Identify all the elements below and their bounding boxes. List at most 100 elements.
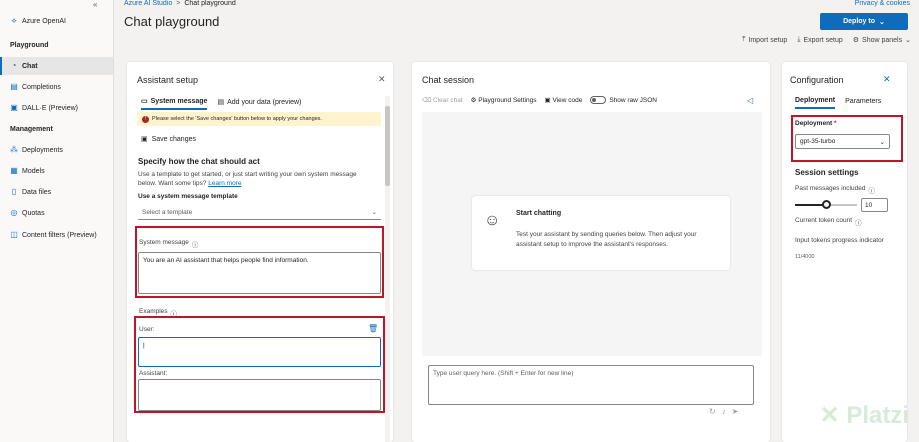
examples-label-row: Examples ⓘ — [139, 308, 177, 318]
microphone-icon[interactable]: ♪ — [722, 407, 726, 416]
privacy-link[interactable]: Privacy & cookies — [855, 0, 910, 7]
user-query-placeholder: Type user query here. (Shift + Enter for… — [433, 370, 574, 377]
sidebar-item-label: Models — [22, 167, 45, 175]
completions-icon: ▤ — [10, 82, 18, 91]
examples-label: Examples — [139, 308, 168, 315]
past-messages-label: Past messages included — [795, 185, 866, 192]
info-circle-icon: ⓘ — [868, 188, 875, 195]
deploy-to-button[interactable]: Deploy to ⌄ — [820, 13, 908, 30]
sidebar-item-azure-openai[interactable]: ⟡ Azure OpenAI — [0, 12, 113, 30]
raw-json-label: Show raw JSON — [609, 96, 657, 104]
send-icon[interactable]: ➤ — [732, 407, 739, 416]
sidebar-item-label: Chat — [22, 62, 38, 70]
sidebar-item-dalle[interactable]: ▣ DALL·E (Preview) — [0, 99, 113, 117]
sidebar-item-data-files[interactable]: ▯ Data files — [0, 183, 113, 201]
sidebar-item-chat[interactable]: ◔ Chat — [0, 57, 113, 75]
info-circle-icon: ⓘ — [170, 311, 178, 318]
close-icon[interactable]: ✕ — [378, 74, 386, 85]
tab-system-message[interactable]: ▭ System message — [141, 97, 208, 110]
sidebar-item-completions[interactable]: ▤ Completions — [0, 78, 113, 96]
assistant-tabs: ▭ System message ▤ Add your data (previe… — [141, 97, 301, 110]
upload-icon: ⤒ — [742, 36, 746, 43]
assistant-example-label: Assistant: — [139, 370, 168, 377]
configuration-panel: Configuration ✕ Deployment Parameters De… — [782, 62, 907, 442]
view-code-button[interactable]: ▣ View code — [544, 96, 582, 104]
raw-json-toggle[interactable] — [590, 96, 607, 104]
user-example-input[interactable]: | — [138, 337, 381, 367]
sidebar-item-label: Data files — [22, 188, 52, 196]
past-messages-label-row: Past messages included ⓘ — [795, 185, 875, 195]
quota-icon: ◎ — [10, 208, 18, 217]
sidebar-item-deployments[interactable]: ⁂ Deployments — [0, 141, 113, 159]
assistant-scrollbar[interactable] — [385, 96, 390, 442]
sidebar-item-label: Quotas — [22, 209, 45, 217]
start-chatting-card: ☺ Start chatting Test your assistant by … — [472, 196, 730, 270]
template-select[interactable]: Select a template ⌄ — [138, 205, 381, 220]
notice-text: Please select the 'Save changes' button … — [152, 116, 322, 122]
tab-label: Parameters — [845, 98, 882, 105]
speaker-icon[interactable]: ◁ — [747, 96, 753, 105]
database-icon: ▤ — [217, 99, 225, 106]
document-icon: ▭ — [141, 98, 148, 105]
user-example-label: User: — [139, 326, 155, 333]
start-chatting-desc-1: Test your assistant by sending queries b… — [516, 231, 697, 238]
sidebar-item-models[interactable]: ▦ Models — [0, 162, 113, 180]
past-messages-slider[interactable] — [795, 200, 857, 209]
breadcrumb-current: Chat playground — [184, 0, 236, 7]
template-select-placeholder: Select a template — [142, 208, 193, 216]
raw-json-toggle-row: Show raw JSON — [590, 96, 657, 104]
close-icon[interactable]: ✕ — [883, 74, 891, 85]
specify-heading: Specify how the chat should act — [138, 157, 260, 166]
config-tabs: Deployment Parameters — [795, 97, 881, 109]
save-changes-notice: ! Please select the 'Save changes' butto… — [137, 112, 381, 126]
delete-icon[interactable]: 🗑 — [368, 324, 378, 333]
tab-label: System message — [150, 97, 208, 105]
start-chatting-title: Start chatting — [516, 210, 562, 217]
assistant-example-input[interactable] — [138, 379, 381, 411]
playground-settings-button[interactable]: ⚙ Playground Settings — [471, 96, 537, 104]
scrollbar-thumb[interactable] — [385, 106, 390, 186]
tab-parameters[interactable]: Parameters — [845, 97, 881, 109]
watermark-text: Platzi — [846, 402, 909, 429]
export-setup-button[interactable]: ⤓ Export setup — [797, 36, 842, 44]
broom-icon: ⌫ — [422, 97, 432, 104]
tab-deployment[interactable]: Deployment — [795, 97, 836, 109]
show-panels-button[interactable]: ⚙ Show panels ⌄ — [853, 36, 911, 45]
query-actions: ↻ ♪ ➤ — [709, 407, 738, 416]
learn-more-link[interactable]: Learn more — [208, 180, 241, 187]
chat-session-title: Chat session — [422, 75, 475, 85]
sidebar: « ⟡ Azure OpenAI Playground ◔ Chat ▤ Com… — [0, 0, 114, 442]
shield-icon: ◫ — [10, 230, 18, 239]
download-icon: ⤓ — [797, 36, 801, 43]
system-message-value: You are an AI assistant that helps peopl… — [143, 257, 309, 264]
import-setup-button[interactable]: ⤒ Import setup — [742, 36, 787, 44]
deployment-select[interactable]: gpt-35-turbo ⌄ — [795, 134, 890, 149]
start-chatting-desc-2: assistant setup to improve the assistant… — [516, 241, 668, 248]
breadcrumb-root[interactable]: Azure AI Studio — [124, 0, 172, 7]
bot-icon: ☺ — [484, 212, 501, 229]
chat-session-panel: Chat session ⌫ Clear chat ⚙ Playground S… — [412, 62, 770, 442]
token-count-label-row: Current token count ⓘ — [795, 217, 862, 227]
sidebar-item-content-filters[interactable]: ◫ Content filters (Preview) — [0, 226, 113, 244]
assistant-setup-title: Assistant setup — [137, 75, 199, 85]
sidebar-item-label: Content filters (Preview) — [22, 231, 97, 239]
user-query-input[interactable]: Type user query here. (Shift + Enter for… — [428, 365, 754, 405]
clear-chat-button[interactable]: ⌫ Clear chat — [422, 96, 463, 104]
specify-desc-line1: Use a template to get started, or just s… — [138, 171, 357, 178]
platzi-watermark: ✕ Platzi — [820, 401, 909, 430]
collapse-sidebar-icon[interactable]: « — [93, 0, 97, 9]
image-icon: ▣ — [10, 103, 18, 112]
save-changes-button[interactable]: ▣ Save changes — [141, 135, 196, 144]
info-icon: ! — [142, 115, 149, 123]
playground-settings-label: Playground Settings — [478, 97, 537, 104]
slider-thumb[interactable] — [821, 200, 831, 209]
sidebar-section-management: Management — [10, 126, 53, 133]
chevron-down-icon: ⌄ — [371, 209, 377, 216]
system-message-textarea[interactable]: You are an AI assistant that helps peopl… — [138, 252, 381, 294]
past-messages-input[interactable]: 10 — [861, 198, 888, 212]
info-circle-icon: ⓘ — [191, 242, 199, 249]
chat-messages-area: ☺ Start chatting Test your assistant by … — [422, 112, 762, 356]
sidebar-item-quotas[interactable]: ◎ Quotas — [0, 204, 113, 222]
tab-add-your-data[interactable]: ▤ Add your data (preview) — [217, 97, 301, 110]
refresh-icon[interactable]: ↻ — [709, 407, 716, 416]
